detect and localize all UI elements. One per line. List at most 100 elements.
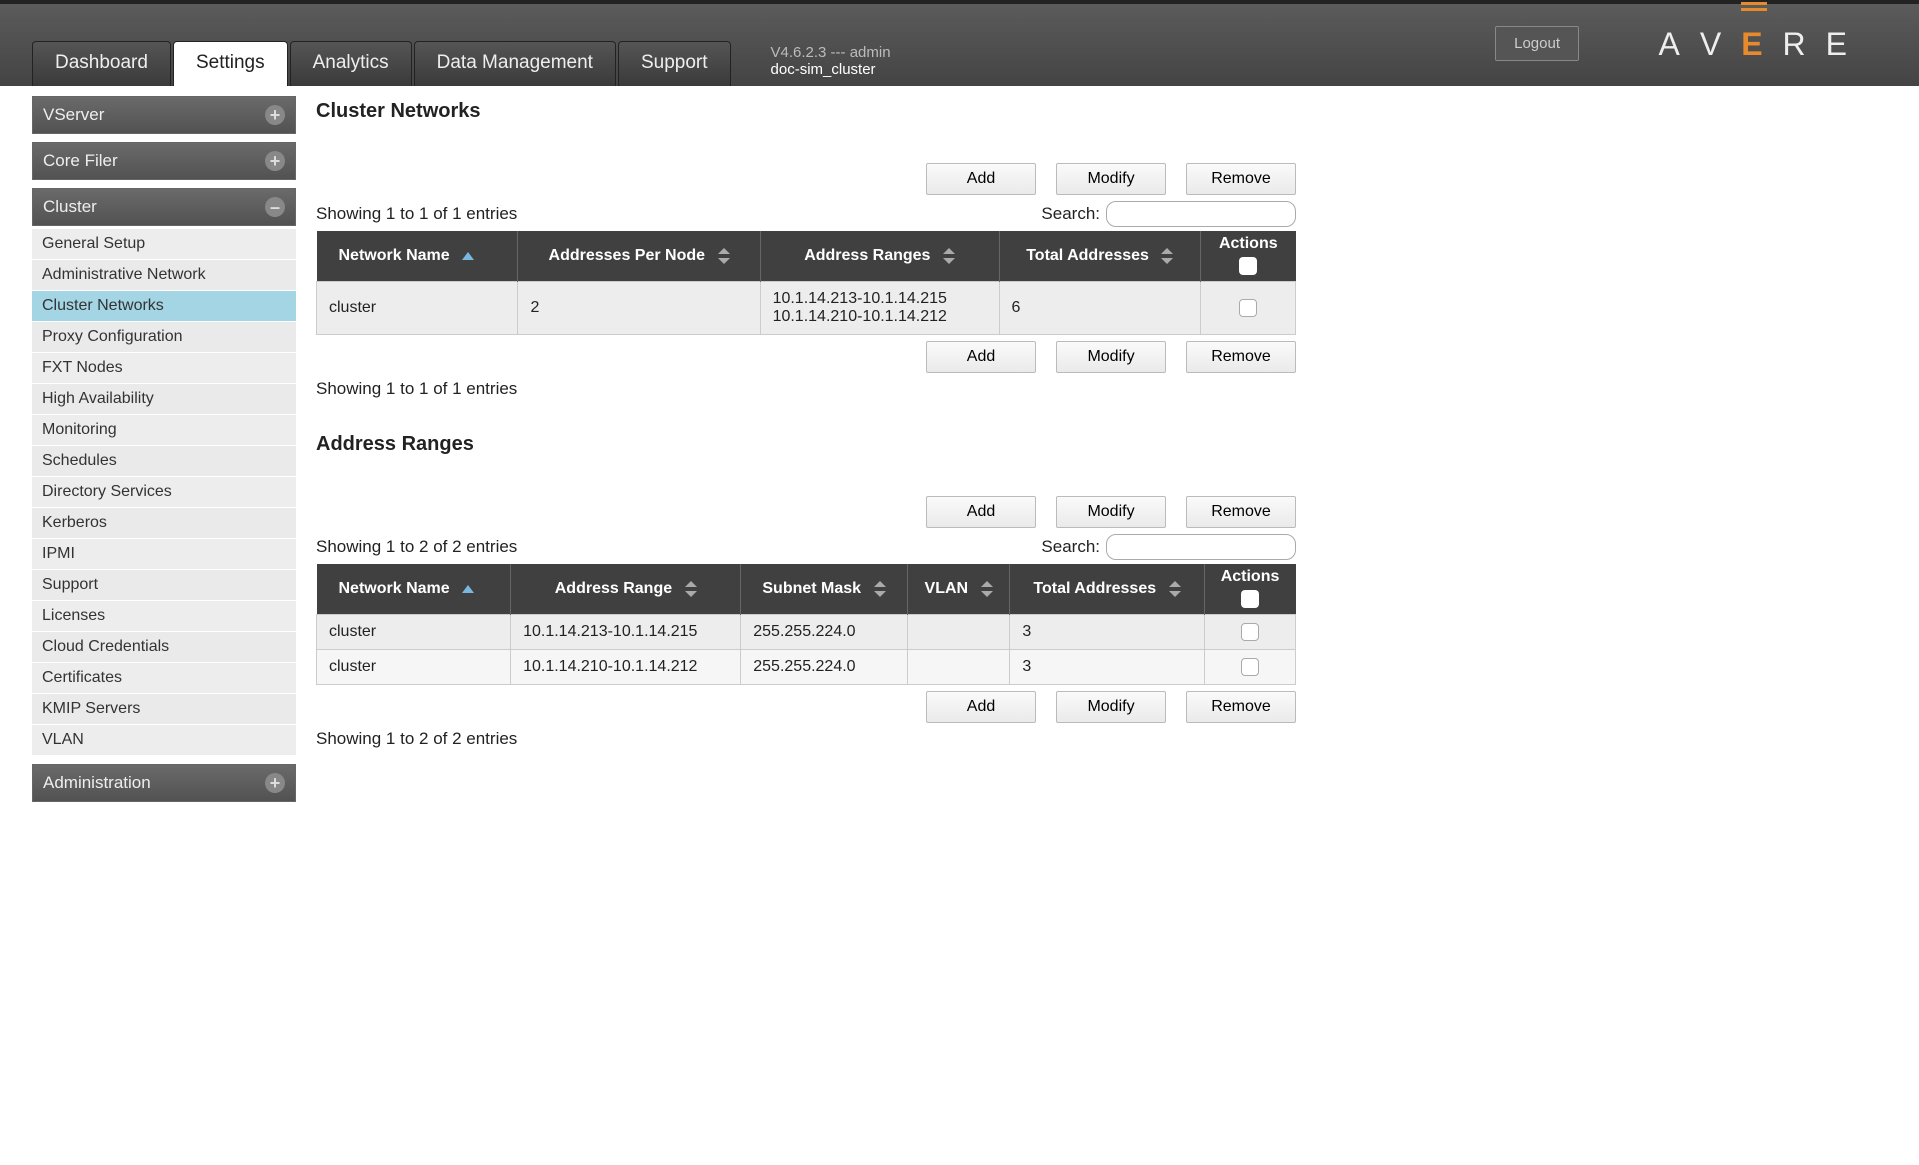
sidebar-item-certificates[interactable]: Certificates <box>32 663 296 694</box>
sidebar-item-high-availability[interactable]: High Availability <box>32 384 296 415</box>
section-title-cluster-networks: Cluster Networks <box>316 100 1296 123</box>
table-row[interactable]: cluster 10.1.14.210-10.1.14.212 255.255.… <box>317 650 1296 685</box>
tab-data-management[interactable]: Data Management <box>414 41 616 86</box>
sidebar-item-schedules[interactable]: Schedules <box>32 446 296 477</box>
sort-both-icon <box>1161 248 1173 264</box>
sidebar-item-proxy-configuration[interactable]: Proxy Configuration <box>32 322 296 353</box>
add-button[interactable]: Add <box>926 691 1036 723</box>
sidebar-item-monitoring[interactable]: Monitoring <box>32 415 296 446</box>
select-all-checkbox[interactable] <box>1241 590 1259 608</box>
sidebar-section-administration[interactable]: Administration + <box>32 764 296 802</box>
add-button[interactable]: Add <box>926 163 1036 195</box>
sidebar-item-cluster-networks[interactable]: Cluster Networks <box>32 291 296 322</box>
col-label: Addresses Per Node <box>549 247 706 264</box>
sidebar-item-kmip-servers[interactable]: KMIP Servers <box>32 694 296 725</box>
tab-dashboard[interactable]: Dashboard <box>32 41 171 86</box>
cluster-name: doc-sim_cluster <box>771 61 891 78</box>
col-label: Actions <box>1221 568 1280 585</box>
search-label: Search: <box>1041 534 1296 560</box>
col-network-name[interactable]: Network Name <box>317 231 518 282</box>
brand-logo: AVERE <box>1659 26 1859 63</box>
col-actions: Actions <box>1204 564 1295 615</box>
modify-button[interactable]: Modify <box>1056 341 1166 373</box>
add-button[interactable]: Add <box>926 341 1036 373</box>
select-all-checkbox[interactable] <box>1239 257 1257 275</box>
sidebar-item-administrative-network[interactable]: Administrative Network <box>32 260 296 291</box>
search-label: Search: <box>1041 201 1296 227</box>
cell-mask: 255.255.224.0 <box>741 615 907 650</box>
sidebar-item-fxt-nodes[interactable]: FXT Nodes <box>32 353 296 384</box>
row-checkbox[interactable] <box>1241 658 1259 676</box>
col-total-addresses[interactable]: Total Addresses <box>1010 564 1204 615</box>
sort-asc-icon <box>462 252 474 260</box>
cell-network-name: cluster <box>317 615 511 650</box>
col-label: Actions <box>1219 235 1278 252</box>
section-title-address-ranges: Address Ranges <box>316 433 1296 456</box>
row-checkbox[interactable] <box>1239 299 1257 317</box>
networks-toolbar-bottom: Add Modify Remove <box>316 341 1296 373</box>
tab-analytics[interactable]: Analytics <box>290 41 412 86</box>
table-row[interactable]: cluster 10.1.14.213-10.1.14.215 255.255.… <box>317 615 1296 650</box>
sidebar-section-core-filer[interactable]: Core Filer + <box>32 142 296 180</box>
sidebar-item-kerberos[interactable]: Kerberos <box>32 508 296 539</box>
table-row[interactable]: cluster 2 10.1.14.213-10.1.14.215 10.1.1… <box>317 282 1296 335</box>
col-label: Total Addresses <box>1033 580 1156 597</box>
remove-button[interactable]: Remove <box>1186 496 1296 528</box>
modify-button[interactable]: Modify <box>1056 163 1166 195</box>
remove-button[interactable]: Remove <box>1186 341 1296 373</box>
remove-button[interactable]: Remove <box>1186 163 1296 195</box>
col-total-addresses[interactable]: Total Addresses <box>999 231 1201 282</box>
sidebar-item-support[interactable]: Support <box>32 570 296 601</box>
entries-info: Showing 1 to 2 of 2 entries <box>316 537 517 557</box>
tab-settings[interactable]: Settings <box>173 41 288 86</box>
col-label: VLAN <box>925 580 969 597</box>
sort-both-icon <box>874 581 886 597</box>
add-button[interactable]: Add <box>926 496 1036 528</box>
cell-vlan <box>907 650 1010 685</box>
col-network-name[interactable]: Network Name <box>317 564 511 615</box>
col-address-range[interactable]: Address Range <box>511 564 741 615</box>
entries-info: Showing 1 to 1 of 1 entries <box>316 204 517 224</box>
modify-button[interactable]: Modify <box>1056 691 1166 723</box>
col-label: Total Addresses <box>1026 247 1149 264</box>
cell-total: 3 <box>1010 650 1204 685</box>
sidebar-item-licenses[interactable]: Licenses <box>32 601 296 632</box>
ranges-search-input[interactable] <box>1106 534 1296 560</box>
sort-both-icon <box>685 581 697 597</box>
sidebar-section-vserver[interactable]: VServer + <box>32 96 296 134</box>
logout-button[interactable]: Logout <box>1495 26 1579 61</box>
col-vlan[interactable]: VLAN <box>907 564 1010 615</box>
networks-table: Network Name Addresses Per Node Address … <box>316 231 1296 335</box>
minus-circle-icon: – <box>265 197 285 217</box>
col-label: Network Name <box>339 580 450 597</box>
sidebar-section-cluster[interactable]: Cluster – <box>32 188 296 226</box>
sort-both-icon <box>1169 581 1181 597</box>
col-actions: Actions <box>1201 231 1296 282</box>
sidebar-item-directory-services[interactable]: Directory Services <box>32 477 296 508</box>
cell-network-name: cluster <box>317 650 511 685</box>
search-label-text: Search: <box>1041 204 1100 224</box>
entries-info: Showing 1 to 1 of 1 entries <box>316 379 1296 399</box>
networks-toolbar-top: Add Modify Remove <box>316 163 1296 195</box>
col-subnet-mask[interactable]: Subnet Mask <box>741 564 907 615</box>
cell-mask: 255.255.224.0 <box>741 650 907 685</box>
sort-asc-icon <box>462 585 474 593</box>
remove-button[interactable]: Remove <box>1186 691 1296 723</box>
tab-support[interactable]: Support <box>618 41 731 86</box>
cell-addr-ranges: 10.1.14.213-10.1.14.215 10.1.14.210-10.1… <box>760 282 999 335</box>
cell-addr-per-node: 2 <box>518 282 760 335</box>
row-checkbox[interactable] <box>1241 623 1259 641</box>
modify-button[interactable]: Modify <box>1056 496 1166 528</box>
col-label: Address Range <box>555 580 672 597</box>
sidebar-item-cloud-credentials[interactable]: Cloud Credentials <box>32 632 296 663</box>
col-address-ranges[interactable]: Address Ranges <box>760 231 999 282</box>
col-addresses-per-node[interactable]: Addresses Per Node <box>518 231 760 282</box>
sidebar-item-vlan[interactable]: VLAN <box>32 725 296 756</box>
sidebar-section-label: Cluster <box>43 197 97 217</box>
plus-circle-icon: + <box>265 773 285 793</box>
ranges-table: Network Name Address Range Subnet Mask V… <box>316 564 1296 685</box>
sidebar-item-ipmi[interactable]: IPMI <box>32 539 296 570</box>
networks-search-input[interactable] <box>1106 201 1296 227</box>
sidebar-item-general-setup[interactable]: General Setup <box>32 229 296 260</box>
entries-info: Showing 1 to 2 of 2 entries <box>316 729 1296 749</box>
